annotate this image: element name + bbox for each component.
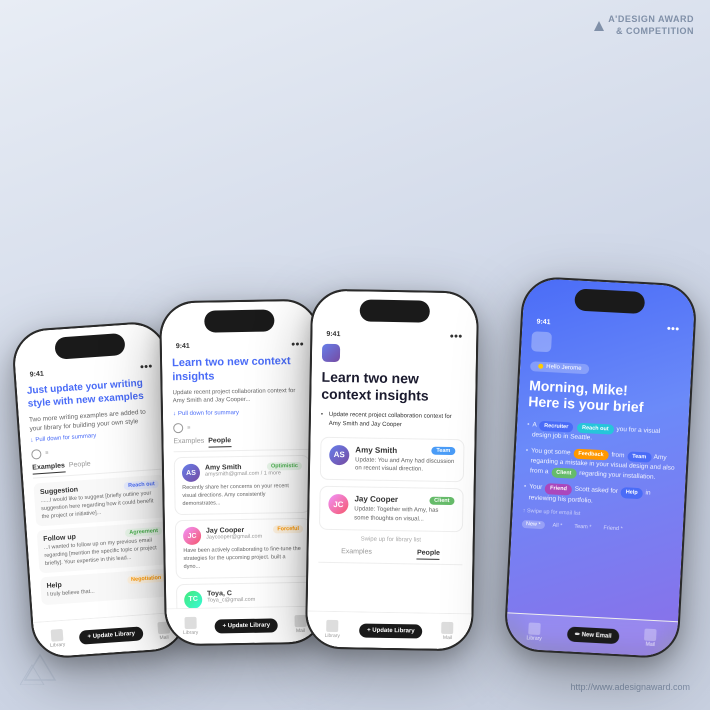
avatar-jay-p2: JC [183, 527, 201, 545]
phone-3: 9:41 ●●● Learn two new context insights … [305, 289, 479, 652]
search-icon[interactable] [31, 449, 42, 460]
p3-bullet: Update recent project collaboration cont… [321, 410, 465, 431]
mail-icon-p2 [294, 615, 306, 627]
bottom-nav-p2: Library + Update Library Mail [166, 606, 323, 645]
card-help: Help Negotiation I truly believe that... [40, 569, 173, 606]
mail-icon-p4 [644, 629, 657, 642]
adesign-logo: A'DESIGN AWARD & COMPETITION [594, 14, 694, 39]
notch-2 [204, 309, 274, 332]
tab-examples-p3[interactable]: Examples [341, 548, 372, 559]
contact-amy-p2: AS Amy Smith Optimistic amysmith@gmail.c… [174, 455, 311, 515]
update-library-btn-p2[interactable]: + Update Library [214, 618, 278, 633]
library-icon-p1 [51, 629, 64, 642]
app-icon-p4 [531, 331, 552, 352]
contact-jay-p2: JC Jay Cooper Forceful Jaycooper@gmail.c… [175, 518, 312, 578]
phone-4: 9:41 ●●● Hello Jerome Morning, Mike! Her… [503, 276, 697, 660]
tab-people-p2[interactable]: People [208, 438, 231, 448]
hello-badge: Hello Jerome [530, 361, 590, 374]
library-icon-p3 [326, 620, 338, 632]
brief-item-3: • Your Friend Scott asked for Help in re… [523, 482, 675, 510]
swipe-library-p3: Swipe up for library list [319, 536, 463, 545]
tab-people-p3[interactable]: People [417, 550, 440, 560]
bottom-nav-p4: Library ✏ New Email Mail [505, 612, 678, 657]
update-library-btn-p3[interactable]: + Update Library [359, 623, 423, 638]
tab-examples-p1[interactable]: Examples [32, 463, 65, 475]
avatar-toya-p2: TC [184, 590, 202, 608]
mail-icon-p3 [442, 622, 454, 634]
p1-title: Just update your writing style with new … [26, 376, 158, 411]
tab-examples-p2[interactable]: Examples [173, 438, 204, 449]
p2-desc: Update recent project collaboration cont… [173, 386, 309, 405]
p3-title: Learn two new context insights [321, 369, 466, 405]
library-icon-p2 [184, 617, 196, 629]
card-followup: Follow up Agreement ...I wanted to follo… [37, 522, 171, 574]
phone-2: 9:41 ●●● Learn two new context insights … [159, 299, 325, 647]
avatar-jay-p3: JC [328, 494, 348, 514]
brief-item-1: • A Recruiter Reach out you for a visual… [526, 420, 678, 448]
avatar-amy-p3: AS [329, 444, 349, 464]
website-url: http://www.adesignaward.com [570, 682, 690, 692]
tab-new-p4[interactable]: New * [522, 520, 545, 529]
tab-row-p2: Examples People [173, 436, 309, 452]
new-email-btn[interactable]: ✏ New Email [567, 626, 620, 644]
contact-jay-p3: JC Jay Cooper Client Update: Together wi… [319, 486, 464, 532]
notch-3 [360, 299, 430, 322]
app-icon-p3 [322, 344, 340, 362]
contact-amy-p3: AS Amy Smith Team Update: You and Amy ha… [320, 436, 465, 482]
p4-greeting: Morning, Mike! Here is your brief [528, 377, 681, 418]
p2-title: Learn two new context insights [172, 354, 308, 385]
avatar-amy-p2: AS [182, 464, 200, 482]
tab-friend-p4[interactable]: Friend * [599, 524, 627, 533]
card-suggestion: Suggestion Reach out ......I would like … [33, 475, 167, 527]
tab-all-p4[interactable]: All * [548, 522, 566, 531]
tab-people-p1[interactable]: People [69, 461, 91, 472]
library-icon-p4 [528, 622, 541, 635]
tab-team-p4[interactable]: Team * [570, 523, 596, 532]
brief-item-2: • You got some Feedback from Team Amy re… [524, 446, 676, 484]
search-icon-p2[interactable] [173, 423, 183, 433]
swipe-email-hint: ↑ Swipe up for email list [522, 508, 673, 522]
update-library-btn-p1[interactable]: + Update Library [79, 626, 143, 644]
notch-4 [574, 288, 645, 314]
bottom-nav-p3: Library + Update Library Mail [307, 611, 472, 650]
